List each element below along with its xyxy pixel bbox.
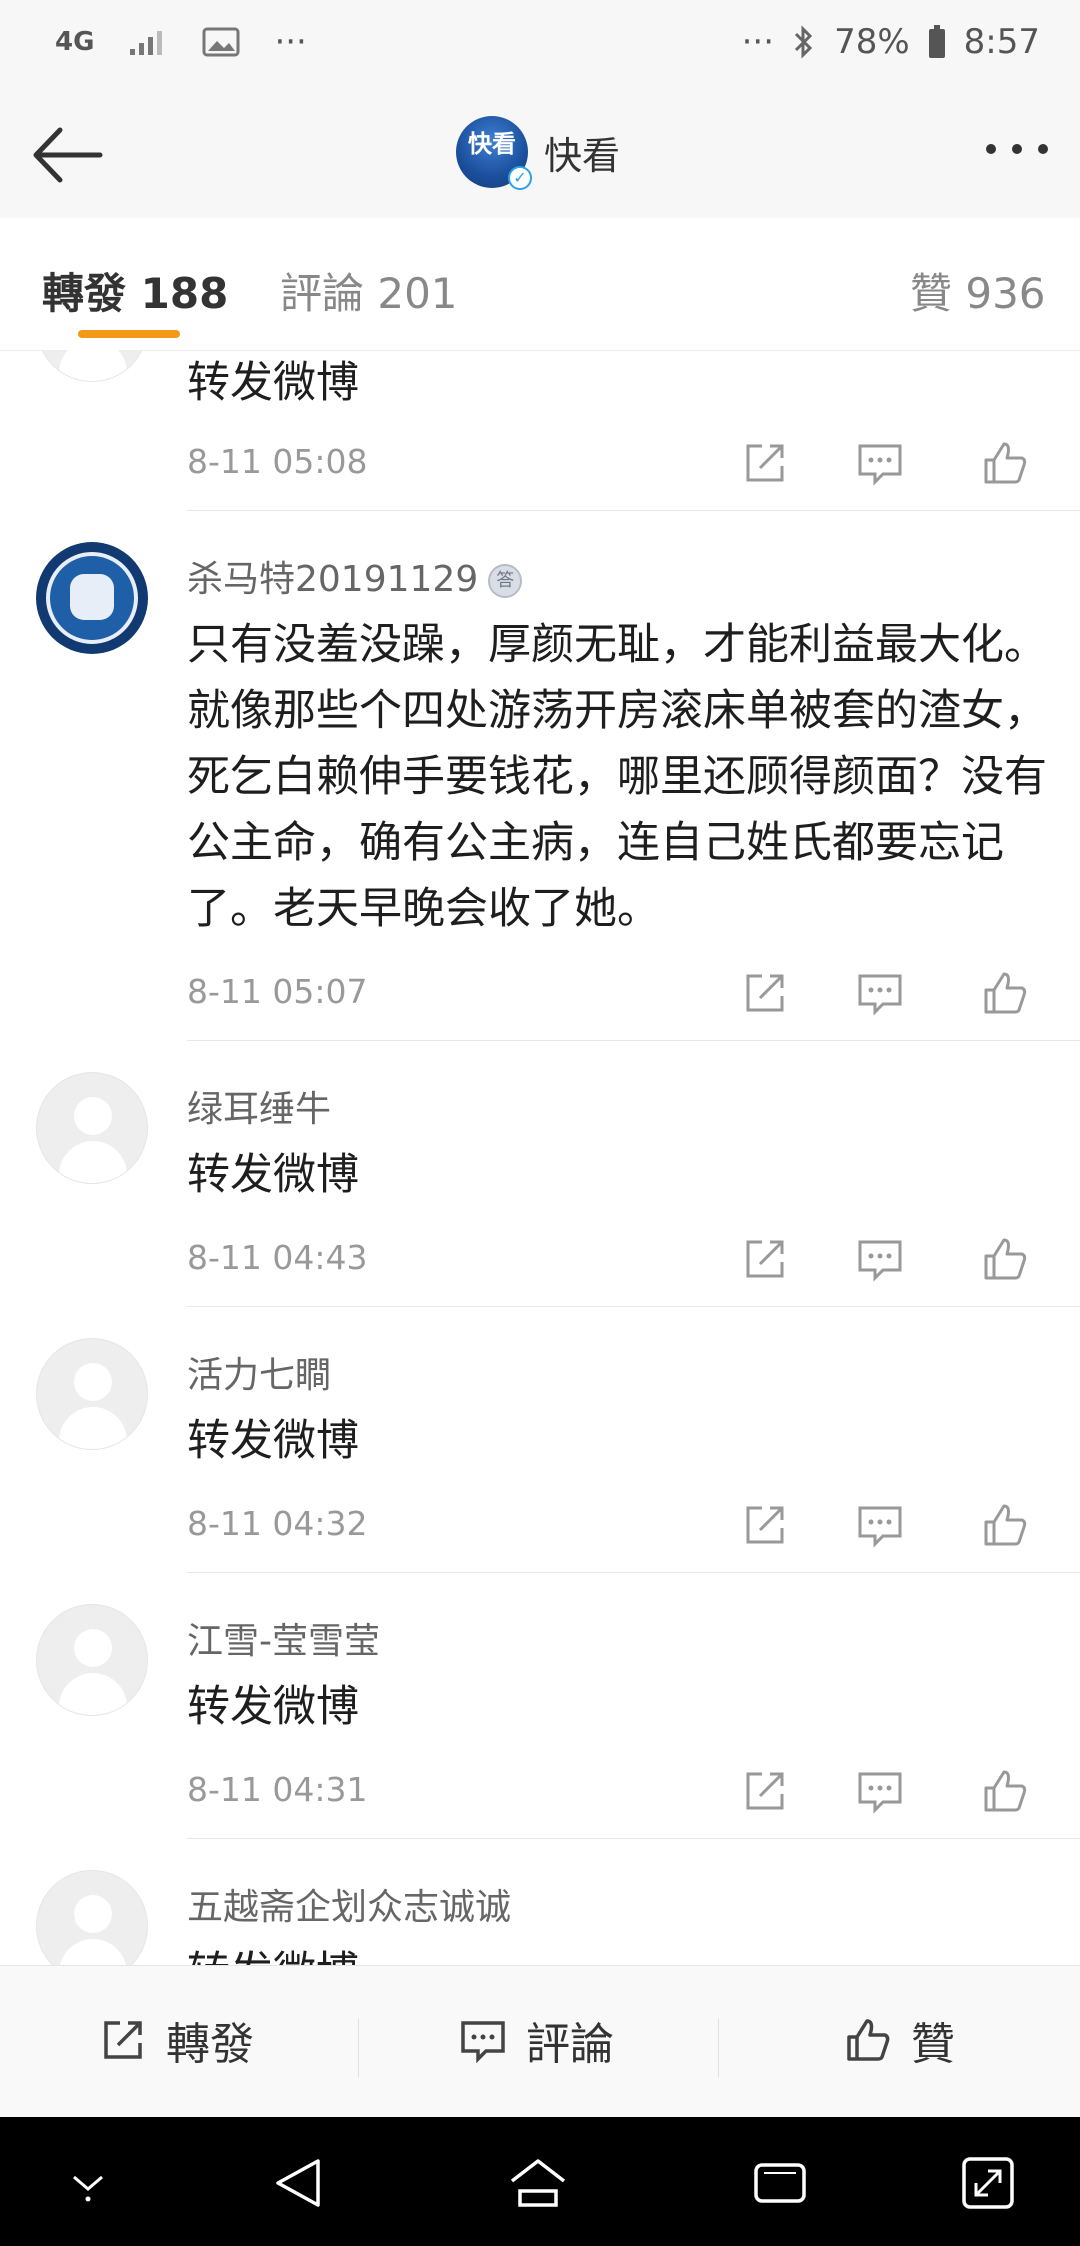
comment-button[interactable]: 評論: [458, 2008, 614, 2072]
battery-icon: [928, 25, 945, 58]
username[interactable]: 绿耳缍牛: [187, 1080, 331, 1132]
comment-icon[interactable]: [855, 1234, 905, 1284]
avatar[interactable]: [36, 1072, 148, 1184]
timestamp: 8-11 04:31: [187, 1770, 368, 1809]
separator: [718, 2018, 719, 2078]
separator: [358, 2018, 359, 2078]
repost-icon[interactable]: [740, 1766, 790, 1816]
bottom-action-bar: 轉發 評論 贊: [0, 1965, 1080, 2118]
repost-text: 转发微博: [187, 1150, 359, 1200]
repost-icon[interactable]: [740, 438, 790, 488]
clock: 8:57: [963, 22, 1040, 62]
like-icon[interactable]: [980, 1766, 1030, 1816]
overflow-status: ···: [741, 22, 775, 62]
expand-nav-icon[interactable]: [958, 2153, 1018, 2213]
recents-nav-icon[interactable]: [750, 2153, 810, 2213]
repost-icon[interactable]: [740, 1500, 790, 1550]
medal-badge-icon: 答: [488, 564, 523, 598]
item-actions: [740, 1500, 1030, 1550]
item-actions: [740, 438, 1030, 488]
divider: [187, 1838, 1080, 1839]
back-arrow-icon[interactable]: [28, 120, 108, 190]
image-icon: [202, 27, 240, 57]
like-icon[interactable]: [980, 968, 1030, 1018]
timestamp: 8-11 04:32: [187, 1504, 368, 1543]
avatar[interactable]: [36, 1870, 148, 1965]
timestamp: 8-11 04:43: [187, 1238, 368, 1277]
repost-list: 转发微博 8-11 05:08 杀马特20191129 答 只有没羞没躁，厚颜无耻…: [0, 350, 1080, 1965]
username[interactable]: 活力七瞷: [187, 1346, 331, 1398]
item-actions: [740, 1766, 1030, 1816]
comment-icon[interactable]: [855, 438, 905, 488]
account-title[interactable]: 快看 ✓ 快看: [456, 116, 621, 190]
repost-icon: [104, 2021, 142, 2059]
tab-comments[interactable]: 評論 201: [280, 260, 458, 321]
bluetooth-icon: [795, 25, 813, 59]
avatar[interactable]: [36, 1604, 148, 1716]
repost-text: 转发微博: [187, 1416, 359, 1466]
overflow-notifications: ···: [274, 22, 307, 62]
comment-icon[interactable]: [855, 968, 905, 1018]
like-button[interactable]: 贊: [843, 2008, 955, 2072]
divider: [187, 1572, 1080, 1573]
like-icon[interactable]: [980, 1500, 1030, 1550]
tab-bar: 轉發 188 評論 201 贊 936: [0, 218, 1080, 351]
comment-icon[interactable]: [855, 1500, 905, 1550]
avatar[interactable]: [36, 350, 148, 382]
hide-keyboard-icon[interactable]: [58, 2153, 118, 2213]
repost-text: 转发微博: [187, 1682, 359, 1732]
battery-percent: 78%: [834, 22, 910, 62]
like-icon[interactable]: [980, 1234, 1030, 1284]
comment-icon[interactable]: [855, 1766, 905, 1816]
system-nav-bar: [0, 2117, 1080, 2246]
home-nav-icon[interactable]: [508, 2153, 568, 2213]
timestamp: 8-11 05:07: [187, 972, 368, 1011]
active-tab-indicator: [78, 330, 180, 338]
item-actions: [740, 968, 1030, 1018]
network-indicator: 4G: [55, 27, 95, 57]
verified-icon: ✓: [508, 166, 532, 190]
avatar[interactable]: [36, 1338, 148, 1450]
username[interactable]: 五越斋企划众志诚诚: [187, 1878, 511, 1930]
page-title: 快看: [544, 133, 621, 178]
repost-text: 只有没羞没躁，厚颜无耻，才能利益最大化。就像那些个四处游荡开房滚床单被套的渣女，…: [187, 620, 1047, 934]
status-bar: 4G ··· ··· 78% 8:57: [0, 0, 1080, 90]
like-icon: [847, 2019, 890, 2061]
comment-icon: [461, 2021, 505, 2064]
divider: [187, 510, 1080, 511]
repost-text: 转发微博: [187, 358, 359, 408]
username[interactable]: 江雪-莹雪莹: [187, 1612, 380, 1664]
repost-icon[interactable]: [740, 1234, 790, 1284]
repost-text: 转发微博: [187, 1940, 1047, 1965]
repost-icon[interactable]: [740, 968, 790, 1018]
item-actions: [740, 1234, 1030, 1284]
signal-icon: [130, 31, 163, 55]
more-options-icon[interactable]: [986, 144, 1048, 154]
divider: [187, 1306, 1080, 1307]
like-icon[interactable]: [980, 438, 1030, 488]
timestamp: 8-11 05:08: [187, 442, 368, 481]
top-header: 快看 ✓ 快看: [0, 90, 1080, 219]
username[interactable]: 杀马特20191129 答: [187, 550, 523, 602]
divider: [187, 1040, 1080, 1041]
back-nav-icon[interactable]: [270, 2153, 330, 2213]
avatar[interactable]: [36, 542, 148, 654]
repost-button[interactable]: 轉發: [98, 2008, 254, 2072]
tab-repost[interactable]: 轉發 188: [42, 260, 228, 321]
account-logo: 快看 ✓: [456, 116, 532, 190]
tab-likes[interactable]: 贊 936: [910, 260, 1046, 321]
